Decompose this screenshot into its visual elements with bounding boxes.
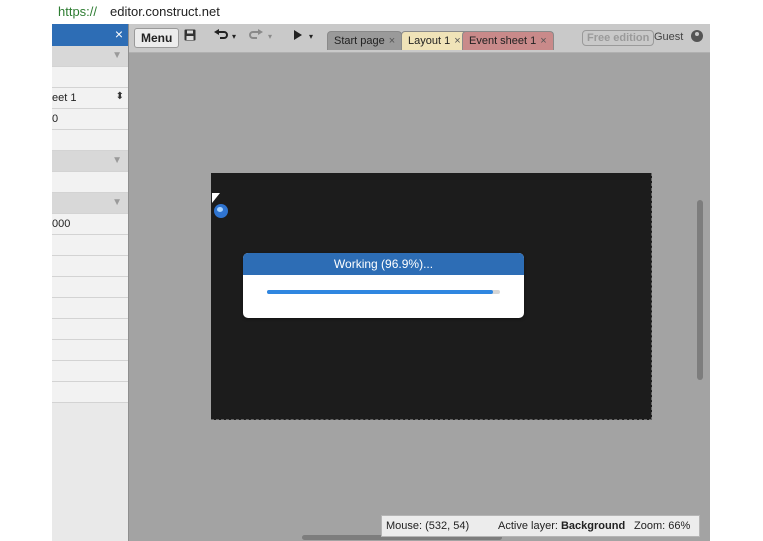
property-value: 000	[52, 218, 71, 230]
property-section-header[interactable]: ▼	[52, 151, 128, 172]
main-toolbar: Menu ▾ ▾ ▾ Start page × Layout 1 × Event s…	[129, 24, 710, 53]
undo-dropdown-icon[interactable]: ▾	[232, 32, 236, 41]
tab-label: Layout 1	[408, 35, 451, 47]
tab-start-page[interactable]: Start page ×	[327, 31, 403, 50]
property-section-header[interactable]: ▼	[52, 46, 128, 67]
layer-status: Active layer: Background	[498, 520, 625, 532]
tab-event-sheet-1[interactable]: Event sheet 1 ×	[462, 31, 554, 50]
mouse-status: Mouse: (532, 54)	[386, 520, 469, 532]
tab-layout-1[interactable]: Layout 1 ×	[401, 31, 468, 50]
progress-dialog: Working (96.9%)...	[243, 253, 524, 318]
editor-window: × ▼ eet 1 ⬍ 0 ▼ ▼ 000 Menu ▾ ▾ ▾ Start page × L…	[52, 24, 710, 541]
property-row[interactable]	[52, 319, 128, 340]
mouse-label: Mouse:	[386, 520, 423, 532]
zoom-label: Zoom:	[634, 520, 666, 532]
tab-label: Event sheet 1	[469, 35, 537, 47]
menu-button[interactable]: Menu	[134, 28, 180, 48]
address-bar[interactable]: https:// editor.construct.net	[52, 0, 710, 24]
tab-label: Start page	[334, 35, 385, 47]
url-host: editor.construct.net	[110, 4, 220, 19]
property-row[interactable]	[52, 382, 128, 403]
properties-panel: × ▼ eet 1 ⬍ 0 ▼ ▼ 000	[52, 24, 129, 541]
redo-icon[interactable]	[249, 29, 263, 44]
property-row[interactable]	[52, 361, 128, 382]
property-row[interactable]	[52, 340, 128, 361]
property-row[interactable]	[52, 67, 128, 88]
guest-label[interactable]: Guest	[654, 31, 683, 43]
save-icon[interactable]	[184, 29, 196, 44]
undo-icon[interactable]	[214, 29, 228, 44]
cursor-icon	[212, 193, 220, 203]
properties-header: ×	[52, 24, 128, 46]
close-icon[interactable]: ×	[115, 26, 123, 42]
play-icon[interactable]	[293, 29, 303, 44]
select-arrows-icon[interactable]: ⬍	[116, 91, 124, 102]
close-icon[interactable]: ×	[454, 35, 460, 47]
mouse-value: (532, 54)	[425, 520, 470, 532]
property-section-header[interactable]: ▼	[52, 193, 128, 214]
property-value: eet 1	[52, 92, 77, 104]
dialog-title: Working (96.9%)...	[243, 253, 524, 275]
property-row[interactable]	[52, 256, 128, 277]
redo-dropdown-icon[interactable]: ▾	[268, 32, 272, 41]
layer-value: Background	[560, 520, 626, 532]
zoom-value: 66%	[668, 520, 691, 532]
close-icon[interactable]: ×	[540, 35, 546, 47]
property-row[interactable]: 000	[52, 214, 128, 235]
progress-fill	[267, 290, 493, 294]
property-row[interactable]	[52, 172, 128, 193]
property-row[interactable]	[52, 277, 128, 298]
layer-label: Active layer:	[498, 520, 558, 532]
property-value: 0	[52, 113, 59, 125]
property-row[interactable]	[52, 130, 128, 151]
collapse-triangle-icon[interactable]: ▼	[112, 197, 122, 208]
collapse-triangle-icon[interactable]: ▼	[112, 155, 122, 166]
property-row[interactable]: 0	[52, 109, 128, 130]
status-bar: Mouse: (532, 54) Active layer: Backgroun…	[381, 515, 700, 537]
url-scheme: https://	[58, 4, 98, 19]
vertical-scrollbar[interactable]	[697, 200, 703, 380]
property-row[interactable]: eet 1 ⬍	[52, 88, 128, 109]
user-icon[interactable]	[691, 30, 703, 42]
zoom-status: Zoom: 66%	[634, 520, 690, 532]
free-edition-badge[interactable]: Free edition	[582, 30, 655, 46]
play-dropdown-icon[interactable]: ▾	[309, 32, 313, 41]
property-row[interactable]	[52, 235, 128, 256]
collapse-triangle-icon[interactable]: ▼	[112, 50, 122, 61]
close-icon[interactable]: ×	[389, 35, 395, 47]
globe-icon	[214, 204, 228, 218]
progress-bar	[267, 290, 500, 294]
property-row[interactable]	[52, 298, 128, 319]
